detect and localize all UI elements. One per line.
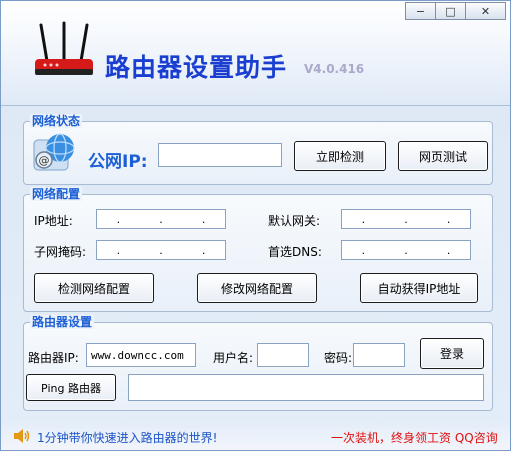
router-settings-group: 路由器设置 路由器IP: www.downcc.com 用户名: 密码: 登录 … [23,315,493,411]
password-field[interactable] [353,343,405,367]
detect-now-button[interactable]: 立即检测 [294,141,386,171]
auto-obtain-ip-button[interactable]: 自动获得IP地址 [360,273,478,303]
router-ip-label: 路由器IP: [28,351,79,365]
ip-address-label: IP地址: [34,214,73,228]
public-ip-label: 公网IP: [88,152,148,172]
password-label: 密码: [324,351,353,365]
svg-text:@: @ [39,154,50,167]
login-button[interactable]: 登录 [420,338,484,369]
ip-dot: . [116,212,121,226]
detect-network-config-button[interactable]: 检测网络配置 [34,273,154,303]
web-test-button[interactable]: 网页测试 [398,141,488,171]
ip-address-field[interactable]: . . . [96,209,226,229]
ip-dot: . [404,212,408,226]
status-ad-link[interactable]: 一次装机，终身领工资 QQ咨询 [331,429,498,446]
ip-dot: . [159,243,163,257]
speaker-icon [14,429,30,443]
app-title: 路由器设置助手 [105,53,288,82]
status-bar: 1分钟带你快速进入路由器的世界! 一次装机，终身领工资 QQ咨询 [1,423,510,450]
ip-dot: . [446,243,451,257]
status-message: 1分钟带你快速进入路由器的世界! [37,431,218,445]
subnet-mask-field[interactable]: . . . [96,240,226,260]
default-gateway-field[interactable]: . . . [341,209,471,229]
network-status-title: 网络状态 [30,114,83,128]
default-gateway-label: 默认网关: [268,214,321,228]
network-status-group: 网络状态 @ 公网IP: 立即检测 网页测试 [23,114,493,185]
app-version: V4.0.416 [304,62,365,76]
ip-dot: . [159,212,163,226]
username-label: 用户名: [213,351,254,365]
close-button[interactable]: ✕ [464,2,506,20]
ip-dot: . [446,212,451,226]
globe-network-icon: @ [33,133,75,171]
modify-network-config-button[interactable]: 修改网络配置 [197,273,317,303]
ip-dot: . [201,212,206,226]
subnet-mask-label: 子网掩码: [34,245,87,259]
window-controls: − □ ✕ [405,2,506,20]
app-window: − □ ✕ 路由器设置助手 V4.0.416 网络状态 @ 公网IP: 立即检测… [0,0,511,451]
router-logo-icon [35,21,93,75]
header-divider [1,105,510,106]
ping-output-field [128,374,484,401]
router-ip-field[interactable]: www.downcc.com [86,343,196,367]
maximize-button[interactable]: □ [434,2,466,20]
ip-dot: . [116,243,121,257]
username-field[interactable] [257,343,309,367]
network-config-title: 网络配置 [30,187,83,201]
ip-dot: . [404,243,408,257]
network-config-group: 网络配置 IP地址: . . . 默认网关: . . . 子网掩码: . . .… [23,187,493,312]
preferred-dns-label: 首选DNS: [268,245,322,259]
public-ip-field[interactable] [158,143,282,167]
ip-dot: . [361,243,366,257]
ip-dot: . [201,243,206,257]
ping-router-button[interactable]: Ping 路由器 [26,374,116,401]
minimize-button[interactable]: − [405,2,436,20]
router-settings-title: 路由器设置 [30,315,95,329]
ip-dot: . [361,212,366,226]
preferred-dns-field[interactable]: . . . [341,240,471,260]
